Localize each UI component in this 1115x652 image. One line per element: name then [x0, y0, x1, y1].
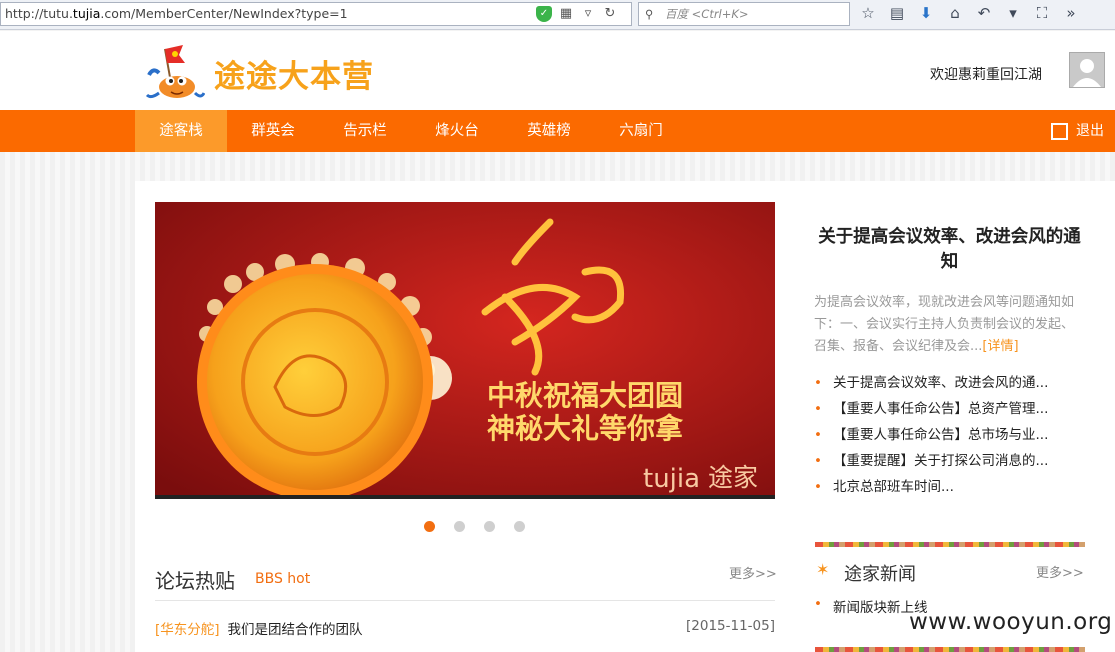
news-decorative-border-top: [815, 542, 1085, 547]
overflow-chevron-icon[interactable]: »: [1063, 5, 1079, 21]
main-nav: 途客栈 群英会 告示栏 烽火台 英雄榜 六扇门 退出: [0, 110, 1115, 152]
url-path: .com/MemberCenter/NewIndex?type=1: [100, 6, 348, 21]
bbs-section-title: 论坛热贴: [155, 569, 235, 593]
site-header: 途途大本营 欢迎惠莉重回江湖: [0, 31, 1115, 110]
carousel-dot-1[interactable]: [424, 521, 435, 532]
home-icon[interactable]: ⌂: [947, 5, 963, 21]
user-avatar[interactable]: [1069, 52, 1105, 88]
reading-list-icon[interactable]: ▤: [889, 5, 905, 21]
notice-list-item[interactable]: 【重要提醒】关于打探公司消息的...: [814, 450, 1086, 476]
bbs-divider: [155, 600, 775, 601]
browser-search-input[interactable]: ⚲ 百度 <Ctrl+K>: [638, 2, 850, 26]
nav-item-fenghuotai[interactable]: 烽火台: [411, 110, 503, 152]
search-icon: ⚲: [645, 7, 654, 21]
bbs-section-subtitle: BBS hot: [255, 571, 311, 587]
logout-button[interactable]: 退出: [1051, 110, 1104, 152]
bbs-item-date: [2015-11-05]: [686, 618, 775, 634]
avatar-silhouette-icon: [1073, 59, 1101, 87]
carousel-dot-3[interactable]: [484, 521, 495, 532]
notice-summary-text: 为提高会议效率，现就改进会风等问题通知如下：一、会议实行主持人负责制会议的发起、…: [814, 295, 1075, 354]
url-host: tujia: [72, 6, 101, 21]
carousel-dot-4[interactable]: [514, 521, 525, 532]
banner-brand-cn: 途家: [708, 463, 758, 492]
featured-notice-title[interactable]: 关于提高会议效率、改进会风的通知: [812, 225, 1087, 275]
address-bar-icons: ✓ ▦ ▿ ↻: [536, 5, 618, 23]
banner-line1: 中秋祝福大团圆: [487, 379, 683, 412]
qr-code-icon[interactable]: ▦: [558, 6, 574, 22]
security-shield-icon[interactable]: ✓: [536, 6, 552, 22]
bookmark-star-icon[interactable]: ☆: [860, 5, 876, 21]
carousel-dot-2[interactable]: [454, 521, 465, 532]
sparkle-icon: ✶: [816, 560, 830, 579]
download-icon[interactable]: ⬇: [918, 5, 934, 21]
banner-line2: 神秘大礼等你拿: [487, 412, 684, 445]
menu-chevron-icon[interactable]: ▾: [1005, 5, 1021, 21]
nav-item-qunyinghui[interactable]: 群英会: [227, 110, 319, 152]
news-decorative-border-bottom: [815, 647, 1085, 652]
carousel-pagination: [424, 521, 525, 532]
notice-list-item[interactable]: 北京总部班车时间...: [814, 476, 1086, 502]
nav-item-liushanmen[interactable]: 六扇门: [595, 110, 687, 152]
crop-screenshot-icon[interactable]: ⛶: [1034, 5, 1050, 21]
dropdown-arrow-icon[interactable]: ▿: [580, 6, 596, 22]
notice-list-item[interactable]: 关于提高会议效率、改进会风的通...: [814, 372, 1086, 398]
browser-tool-icons: ☆ ▤ ⬇ ⌂ ↶ ▾ ⛶ »: [860, 5, 1079, 21]
url-prefix: http://tutu.: [5, 6, 73, 21]
bbs-list-item[interactable]: [华东分舵] 我们是团结合作的团队 [2015-11-05]: [155, 618, 775, 638]
bbs-item-text[interactable]: 我们是团结合作的团队: [228, 622, 363, 638]
nav-item-yingxiongbang[interactable]: 英雄榜: [503, 110, 595, 152]
logout-label: 退出: [1076, 123, 1104, 139]
bbs-more-link[interactable]: 更多>>: [729, 563, 777, 582]
nav-item-tukezhan[interactable]: 途客栈: [135, 110, 227, 152]
banner-brand-en: tujia: [643, 464, 700, 494]
browser-toolbar: http://tutu.tujia.com/MemberCenter/NewIn…: [0, 0, 1115, 30]
welcome-message: 欢迎惠莉重回江湖: [930, 67, 1042, 83]
watermark-text: www.wooyun.org: [909, 609, 1113, 635]
mid-autumn-banner-image: 中秋祝福大团圆 神秘大礼等你拿 tujia 途家: [155, 202, 775, 495]
notice-list-item[interactable]: 【重要人事任命公告】总资产管理...: [814, 398, 1086, 424]
search-placeholder: 百度 <Ctrl+K>: [665, 7, 749, 21]
notice-list: 关于提高会议效率、改进会风的通... 【重要人事任命公告】总资产管理... 【重…: [814, 372, 1086, 502]
notice-list-item[interactable]: 【重要人事任命公告】总市场与业...: [814, 424, 1086, 450]
featured-notice-summary: 为提高会议效率，现就改进会风等问题通知如下：一、会议实行主持人负责制会议的发起、…: [814, 292, 1086, 358]
bullet-icon: •: [814, 596, 822, 612]
nav-item-gaoshilan[interactable]: 告示栏: [319, 110, 411, 152]
news-more-link[interactable]: 更多>>: [1036, 562, 1084, 581]
logo-mascot-icon[interactable]: [145, 41, 205, 103]
site-logo-text[interactable]: 途途大本营: [214, 51, 374, 96]
reload-icon[interactable]: ↻: [602, 6, 618, 22]
banner-carousel-slide[interactable]: 中秋祝福大团圆 神秘大礼等你拿 tujia 途家: [155, 202, 775, 499]
news-section-title: 途家新闻: [844, 564, 916, 585]
notice-detail-link[interactable]: [详情]: [982, 339, 1018, 354]
back-history-icon[interactable]: ↶: [976, 5, 992, 21]
logout-icon: [1051, 122, 1068, 140]
bbs-item-tag[interactable]: [华东分舵]: [155, 622, 220, 638]
